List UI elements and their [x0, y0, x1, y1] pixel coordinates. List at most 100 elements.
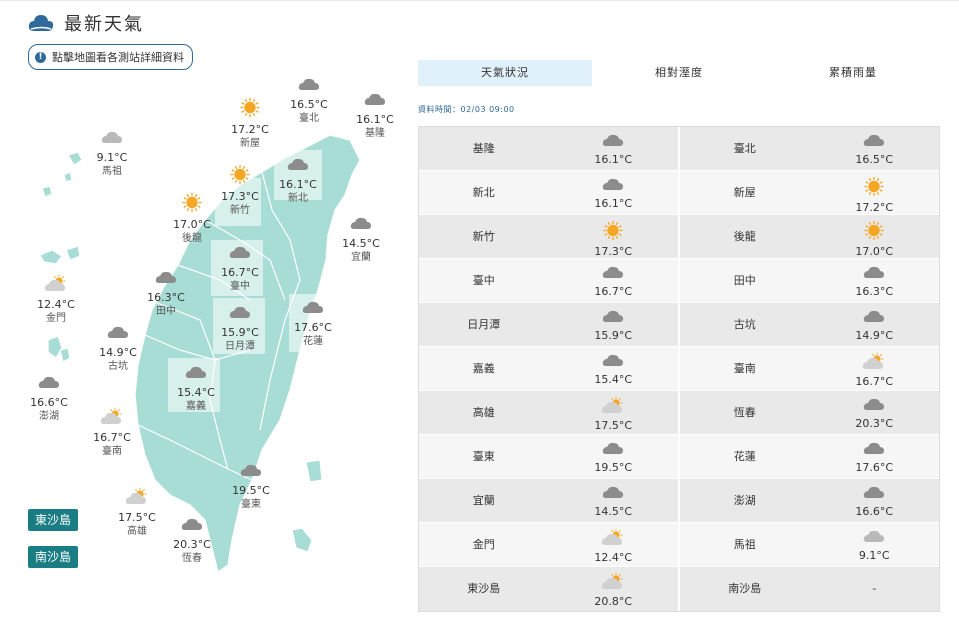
cloudy-icon [333, 216, 389, 235]
station-name-cell: 恆春 [733, 406, 756, 419]
station-name-cell: 日月潭 [467, 318, 501, 331]
map-station-temp: 16.1°C [279, 178, 317, 191]
map-station[interactable]: 14.5°C 宜蘭 [333, 216, 389, 265]
map-station-temp: 14.5°C [342, 237, 380, 250]
station-temp: 16.3°C [855, 285, 894, 298]
station-value-cell: 15.4°C [549, 347, 679, 391]
station-value-cell: 17.2°C [810, 171, 940, 215]
station-name-cell: 南沙島 [728, 582, 762, 595]
map-station-temp: 9.1°C [96, 151, 128, 164]
table-row: 金門 12.4°C 馬祖 9.1°C [419, 523, 939, 567]
map-station-name: 宜蘭 [351, 252, 371, 263]
station-name-cell: 新屋 [733, 186, 756, 199]
map-green-island [305, 459, 323, 483]
map-matsu-island [67, 151, 83, 166]
map-penghu-island [47, 335, 63, 359]
map-station[interactable]: 17.5°C 高雄 [109, 487, 165, 539]
map-station[interactable]: 16.1°C 基隆 [347, 92, 403, 141]
map-station-temp: 14.9°C [99, 346, 137, 359]
station-name-cell: 新竹 [472, 230, 495, 243]
cloudy-icon [810, 397, 940, 416]
map-station[interactable]: 16.7°C 臺中 [212, 245, 268, 294]
station-detail-button[interactable]: ! 點擊地圖看各測站詳細資料 [28, 44, 193, 70]
station-detail-label: 點擊地圖看各測站詳細資料 [52, 51, 184, 64]
cloudy-icon [347, 92, 403, 111]
map-station[interactable]: 17.6°C 花蓮 [285, 300, 341, 349]
cloud-logo-icon [28, 15, 54, 31]
station-value-cell: 16.7°C [549, 259, 679, 303]
map-station[interactable]: 12.4°C 金門 [28, 274, 84, 326]
map-station-name: 臺東 [241, 499, 261, 510]
cloudy-icon [549, 177, 679, 196]
nansha-island-button[interactable]: 南沙島 [28, 546, 78, 568]
page-title: 最新天氣 [64, 14, 144, 35]
station-name-cell: 臺中 [472, 274, 495, 287]
partly-cloudy-icon [84, 407, 140, 429]
cloudy-light-icon [810, 529, 940, 548]
station-name-cell: 後龍 [733, 230, 756, 243]
map-station[interactable]: 20.3°C 恆春 [164, 517, 220, 566]
station-temp: 15.9°C [594, 329, 633, 342]
cloudy-icon [549, 353, 679, 372]
station-name-cell: 嘉義 [472, 362, 495, 375]
info-icon: ! [35, 51, 46, 63]
station-temp: 17.5°C [594, 419, 633, 432]
map-orchid-island [291, 527, 313, 553]
station-temp: 15.4°C [594, 373, 633, 386]
table-row: 宜蘭 14.5°C 澎湖 16.6°C [419, 479, 939, 523]
cloudy-icon [164, 517, 220, 536]
dongsha-island-button[interactable]: 東沙島 [28, 509, 78, 531]
map-station[interactable]: 16.5°C 臺北 [281, 77, 337, 126]
station-value-cell: 12.4°C [549, 523, 679, 567]
map-station-name: 新屋 [240, 138, 260, 149]
top-divider [0, 0, 959, 1]
map-station[interactable]: 9.1°C 馬祖 [84, 130, 140, 179]
map-station-name: 田中 [156, 306, 176, 317]
map-station-name: 後龍 [182, 233, 202, 244]
map-station-name: 花蓮 [303, 336, 323, 347]
sunny-icon [212, 165, 268, 188]
tab-humidity[interactable]: 相對溼度 [592, 60, 766, 86]
map-station[interactable]: 16.3°C 田中 [138, 270, 194, 319]
station-name-cell: 高雄 [472, 406, 495, 419]
map-station[interactable]: 16.1°C 新北 [270, 157, 326, 206]
map-station[interactable]: 16.7°C 臺南 [84, 407, 140, 459]
map-station-temp: 20.3°C [173, 538, 211, 551]
map-station-temp: 19.5°C [232, 484, 270, 497]
station-name-cell: 金門 [472, 538, 495, 551]
table-row: 嘉義 15.4°C 臺南 16.7°C [419, 347, 939, 391]
station-value-cell: 17.3°C [549, 215, 679, 259]
map-station-name: 臺北 [299, 113, 319, 124]
map-station[interactable]: 16.6°C 澎湖 [21, 375, 77, 424]
station-value-cell: 17.6°C [810, 435, 940, 479]
map-station[interactable]: 15.4°C 嘉義 [168, 365, 224, 414]
map-station[interactable]: 15.9°C 日月潭 [212, 305, 268, 354]
map-station[interactable]: 17.2°C 新屋 [222, 98, 278, 151]
station-temp: 16.6°C [855, 505, 894, 518]
station-value-cell: 16.5°C [810, 127, 940, 171]
station-temp: 16.5°C [855, 153, 894, 166]
station-temp: 20.3°C [855, 417, 894, 430]
station-value-cell: 15.9°C [549, 303, 679, 347]
station-temp: 20.8°C [594, 595, 633, 608]
map-station[interactable]: 19.5°C 臺東 [223, 463, 279, 512]
station-name-cell: 臺北 [733, 142, 756, 155]
station-temp: 17.3°C [594, 245, 633, 258]
station-name-cell: 馬祖 [733, 538, 756, 551]
cloudy-icon [138, 270, 194, 289]
station-value-cell: 9.1°C [810, 523, 940, 567]
map-station-name: 日月潭 [225, 341, 255, 352]
map-station[interactable]: 14.9°C 古坑 [90, 325, 146, 374]
cloudy-icon [212, 245, 268, 264]
station-temp: 9.1°C [858, 549, 890, 562]
map-station-temp: 12.4°C [37, 298, 75, 311]
tab-weather[interactable]: 天氣狀況 [418, 60, 592, 86]
table-row: 基隆 16.1°C 臺北 16.5°C [419, 127, 939, 171]
map-station-name: 馬祖 [102, 166, 122, 177]
tab-rainfall[interactable]: 累積雨量 [766, 60, 940, 86]
map-station-temp: 16.7°C [93, 431, 131, 444]
map-station[interactable]: 17.0°C 後龍 [164, 193, 220, 246]
station-temp: 16.7°C [855, 375, 894, 388]
map-station[interactable]: 17.3°C 新竹 [212, 165, 268, 218]
cloudy-icon [168, 365, 224, 384]
